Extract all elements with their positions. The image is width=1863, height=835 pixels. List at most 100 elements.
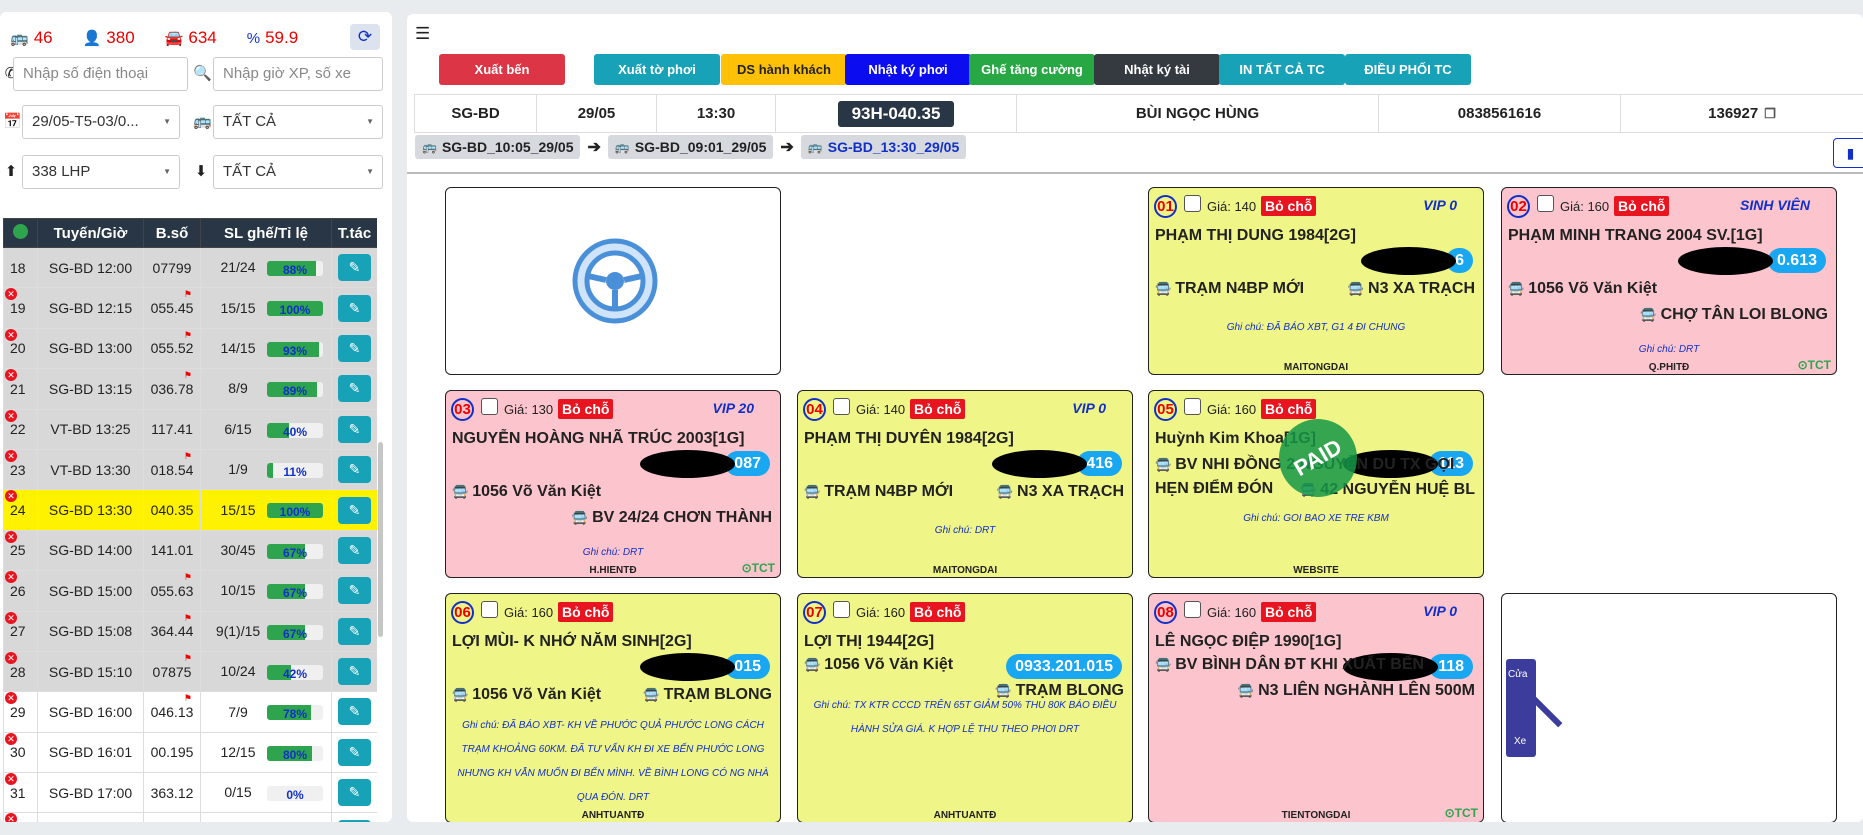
- cancel-icon[interactable]: ✕: [5, 571, 17, 584]
- edit-icon[interactable]: ✎: [338, 577, 371, 605]
- seat-card[interactable]: 05 Giá: 160 Bỏ chỗ Huỳnh Kim Khoa[1G] 113 🚍 BV…: [1148, 390, 1484, 578]
- menu-toggle-icon[interactable]: ☰: [415, 24, 430, 44]
- cancel-icon[interactable]: ✕: [5, 692, 17, 705]
- cancel-icon[interactable]: ✕: [5, 732, 17, 745]
- table-row[interactable]: ✕32SG-BD 17:04364.983/1520% ✎: [3, 812, 377, 822]
- seat-checkbox[interactable]: [481, 601, 498, 618]
- cancel-icon[interactable]: ✕: [5, 813, 17, 822]
- cancel-icon[interactable]: ✕: [5, 530, 17, 543]
- cancel-icon[interactable]: ✕: [5, 611, 17, 624]
- seat-checkbox[interactable]: [1184, 601, 1201, 618]
- table-row[interactable]: 18 SG-BD 12:00 07799 21/24 88% ✎: [3, 246, 377, 289]
- row-plate: 055.45: [150, 300, 194, 317]
- toolbar-button-3[interactable]: Nhật ký phơi: [845, 54, 971, 85]
- edit-icon[interactable]: ✎: [338, 698, 371, 726]
- edit-icon[interactable]: ✎: [338, 334, 371, 362]
- seat-checkbox[interactable]: [833, 601, 850, 618]
- seat-checkbox[interactable]: [1184, 195, 1201, 212]
- edit-icon[interactable]: ✎: [338, 415, 371, 443]
- cancel-seat-badge[interactable]: Bỏ chỗ: [558, 399, 614, 419]
- table-row[interactable]: ✕ 25 SG-BD 14:00 141.01 30/45 67% ✎: [3, 529, 377, 572]
- pickup-point: 🚍 1056 Võ Văn Kiệt: [1508, 280, 1657, 298]
- toolbar-button-4[interactable]: Ghế tăng cường: [969, 54, 1095, 85]
- seat-card[interactable]: 03 Giá: 130 Bỏ chỗ VIP 20 NGUYỄN HOÀNG NHÃ T…: [445, 390, 781, 578]
- table-row[interactable]: ✕ 28 SG-BD 15:10 ⚑ 07875 10/24 42% ✎: [3, 650, 377, 693]
- route-chip[interactable]: 🚌 SG-BD_13:30_29/05: [800, 135, 967, 159]
- cancel-seat-badge[interactable]: Bỏ chỗ: [558, 602, 614, 622]
- occupancy-bar: 67%: [267, 584, 323, 600]
- toolbar-button-1[interactable]: Xuất tờ phơi: [594, 54, 720, 85]
- direction-select[interactable]: TẤT CẢ ▼: [213, 155, 383, 189]
- edit-icon[interactable]: ✎: [338, 658, 371, 686]
- toolbar-button-2[interactable]: DS hành khách: [721, 54, 847, 85]
- table-row[interactable]: ✕ 31 SG-BD 17:00 363.12 0/15 0% ✎: [3, 772, 377, 814]
- seat-checkbox[interactable]: [481, 398, 498, 415]
- edit-icon[interactable]: ✎: [338, 456, 371, 484]
- table-row[interactable]: ✕ 30 SG-BD 16:01 00.195 12/15 80% ✎: [3, 731, 377, 774]
- seat-card[interactable]: 02 Giá: 160 Bỏ chỗ SINH VIÊN PHẠM MINH TRANG…: [1501, 187, 1837, 375]
- cancel-icon[interactable]: ✕: [5, 651, 17, 664]
- cancel-icon[interactable]: ✕: [5, 449, 17, 462]
- cancel-seat-badge[interactable]: Bỏ chỗ: [910, 602, 966, 622]
- book-icon[interactable]: ▮: [1833, 138, 1863, 168]
- table-row[interactable]: ✕ 27 SG-BD 15:08 ⚑ 364.44 9(1)/15 67% ✎: [3, 610, 377, 652]
- cancel-icon[interactable]: ✕: [5, 490, 17, 503]
- route-chip[interactable]: 🚌 SG-BD_09:01_29/05: [607, 135, 774, 159]
- edit-icon[interactable]: ✎: [338, 375, 371, 403]
- table-row[interactable]: ✕ 19 SG-BD 12:15 ⚑ 055.45 15/15 100% ✎: [3, 287, 377, 329]
- table-row[interactable]: ✕ 21 SG-BD 13:15 ⚑ 036.78 8/9 89% ✎: [3, 368, 377, 410]
- seat-card[interactable]: 01 Giá: 140 Bỏ chỗ VIP 0 PHẠM THỊ DUNG 1984[…: [1148, 187, 1484, 375]
- edit-icon[interactable]: ✎: [338, 294, 371, 322]
- cancel-icon[interactable]: ✕: [5, 369, 17, 382]
- row-plate: 055.52: [150, 340, 194, 357]
- row-seats: 9(1)/15: [215, 622, 261, 639]
- toolbar-button-6[interactable]: IN TẤT CẢ TC: [1219, 54, 1345, 85]
- seat-card[interactable]: 04 Giá: 140 Bỏ chỗ VIP 0 PHẠM THỊ DUYÊN 1984…: [797, 390, 1133, 578]
- cancel-seat-badge[interactable]: Bỏ chỗ: [1261, 196, 1317, 216]
- time-plate-search-input[interactable]: Nhập giờ XP, số xe: [213, 57, 383, 91]
- seat-card[interactable]: 07 Giá: 160 Bỏ chỗ LỢI THỊ 1944[2G] 0933.201…: [797, 593, 1133, 822]
- seat-card[interactable]: 06 Giá: 160 Bỏ chỗ LỢI MÙI- K NHỚ NĂM SINH[…: [445, 593, 781, 822]
- cancel-icon[interactable]: ✕: [5, 409, 17, 422]
- cancel-seat-badge[interactable]: Bỏ chỗ: [1614, 196, 1670, 216]
- table-row[interactable]: ✕ 26 SG-BD 15:00 ⚑ 055.63 10/15 67% ✎: [3, 570, 377, 612]
- table-row[interactable]: ✕ 20 SG-BD 13:00 ⚑ 055.52 14/15 93% ✎: [3, 327, 377, 370]
- seat-checkbox[interactable]: [1537, 195, 1554, 212]
- bus-type-select[interactable]: TẤT CẢ ▼: [213, 105, 383, 139]
- select-all-header[interactable]: [3, 218, 38, 248]
- copy-icon[interactable]: ❐: [1764, 106, 1776, 122]
- route-select[interactable]: 338 LHP ▼: [22, 155, 180, 189]
- table-scrollbar[interactable]: [378, 442, 383, 637]
- edit-icon[interactable]: ✎: [338, 819, 371, 822]
- edit-icon[interactable]: ✎: [338, 779, 371, 807]
- refresh-button[interactable]: ⟳: [350, 24, 380, 50]
- row-plate-cell: ⚑ 055.52: [143, 327, 201, 370]
- cancel-icon[interactable]: ✕: [5, 328, 17, 341]
- booking-agent: MAITONGDAI: [932, 565, 998, 576]
- edit-icon[interactable]: ✎: [338, 536, 371, 564]
- route-chip[interactable]: 🚌 SG-BD_10:05_29/05: [415, 135, 581, 159]
- table-row[interactable]: ✕ 23 VT-BD 13:30 ⚑ 018.54 1/9 11% ✎: [3, 448, 377, 491]
- cancel-seat-badge[interactable]: Bỏ chỗ: [1261, 602, 1317, 622]
- cancel-icon[interactable]: ✕: [5, 773, 17, 786]
- edit-icon[interactable]: ✎: [338, 738, 371, 766]
- edit-icon[interactable]: ✎: [338, 496, 371, 524]
- seat-checkbox[interactable]: [1184, 398, 1201, 415]
- date-range-select[interactable]: 29/05-T5-03/0... ▼: [22, 105, 180, 139]
- toolbar-button-0[interactable]: Xuất bến: [439, 54, 565, 85]
- phone-search-input[interactable]: Nhập số điện thoại: [13, 57, 188, 91]
- seat-checkbox[interactable]: [833, 398, 850, 415]
- edit-icon[interactable]: ✎: [338, 617, 371, 645]
- table-row[interactable]: ✕ 29 SG-BD 16:00 ⚑ 046.13 7/9 78% ✎: [3, 691, 377, 733]
- edit-icon[interactable]: ✎: [338, 254, 371, 282]
- cancel-seat-badge[interactable]: Bỏ chỗ: [910, 399, 966, 419]
- table-row[interactable]: ✕ 24 SG-BD 13:30 040.35 15/15 100% ✎: [3, 489, 377, 531]
- toolbar-button-7[interactable]: ĐIỀU PHỐI TC: [1345, 54, 1471, 85]
- table-row[interactable]: ✕ 22 VT-BD 13:25 117.41 6/15 40% ✎: [3, 408, 377, 450]
- occupancy-label: 0%: [286, 788, 304, 802]
- row-number: 24: [10, 502, 26, 519]
- cancel-icon[interactable]: ✕: [5, 288, 17, 301]
- cancel-seat-badge[interactable]: Bỏ chỗ: [1261, 399, 1317, 419]
- seat-card[interactable]: 08 Giá: 160 Bỏ chỗ VIP 0 LÊ NGỌC ĐIỆP 1990[1…: [1148, 593, 1484, 822]
- toolbar-button-5[interactable]: Nhật ký tài: [1094, 54, 1220, 85]
